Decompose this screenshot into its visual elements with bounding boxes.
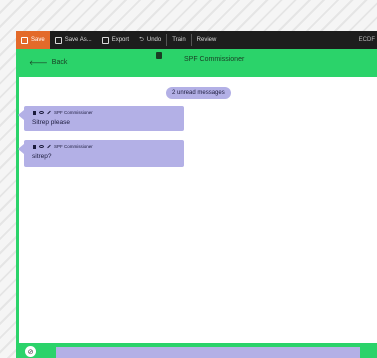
message-meta: SPF Commissioner [33,110,93,115]
composer-bar: ⊘ [19,343,377,358]
undo-icon: ⮌ [139,37,144,43]
message-text: Sitrep please [32,119,70,126]
eye-icon[interactable] [39,145,44,148]
back-button[interactable]: 🡐 Back [29,58,67,67]
arrow-left-icon: 🡐 [29,60,48,67]
menu-save-as[interactable]: Save As... [50,31,97,49]
unread-badge: 2 unread messages [166,87,231,99]
chat-app-window: Save Save As... Export ⮌ Undo Train Revi… [16,31,377,358]
menu-export[interactable]: Export [97,31,134,49]
message-bubble: SPF Commissioner sitrep? [18,140,184,167]
message-sender: SPF Commissioner [54,110,93,115]
page-title: SPF Commissioner [184,56,245,63]
save-as-icon [54,36,62,44]
message-text: sitrep? [32,153,52,160]
contact-icon [156,52,162,59]
menu-review[interactable]: Review [192,31,222,49]
chat-header: 🡐 Back SPF Commissioner [19,49,377,77]
menu-export-label: Export [111,37,130,43]
pencil-icon[interactable] [47,110,51,115]
menu-right-text: ECDF [358,37,375,43]
menu-save-as-label: Save As... [64,37,92,43]
message-bubble: SPF Commissioner Sitrep please [18,106,184,131]
menu-train[interactable]: Train [167,31,190,49]
export-icon [101,36,109,44]
save-icon [21,36,28,44]
menu-undo[interactable]: ⮌ Undo [134,31,166,49]
left-rail [16,49,19,358]
menu-train-label: Train [172,37,186,43]
menu-save-label: Save [31,37,45,43]
menu-bar: Save Save As... Export ⮌ Undo Train Revi… [16,31,377,49]
back-label: Back [51,59,68,66]
message-input[interactable] [56,347,360,358]
message-meta: SPF Commissioner [33,144,93,149]
menu-save[interactable]: Save [16,31,50,49]
pencil-icon[interactable] [47,144,51,149]
bin-icon[interactable] [33,110,36,115]
menu-undo-label: Undo [146,37,162,43]
bin-icon[interactable] [33,144,36,149]
eye-icon[interactable] [39,111,44,114]
message-sender: SPF Commissioner [54,144,93,149]
paperclip-icon[interactable]: ⊘ [25,346,36,357]
menu-review-label: Review [196,37,217,43]
